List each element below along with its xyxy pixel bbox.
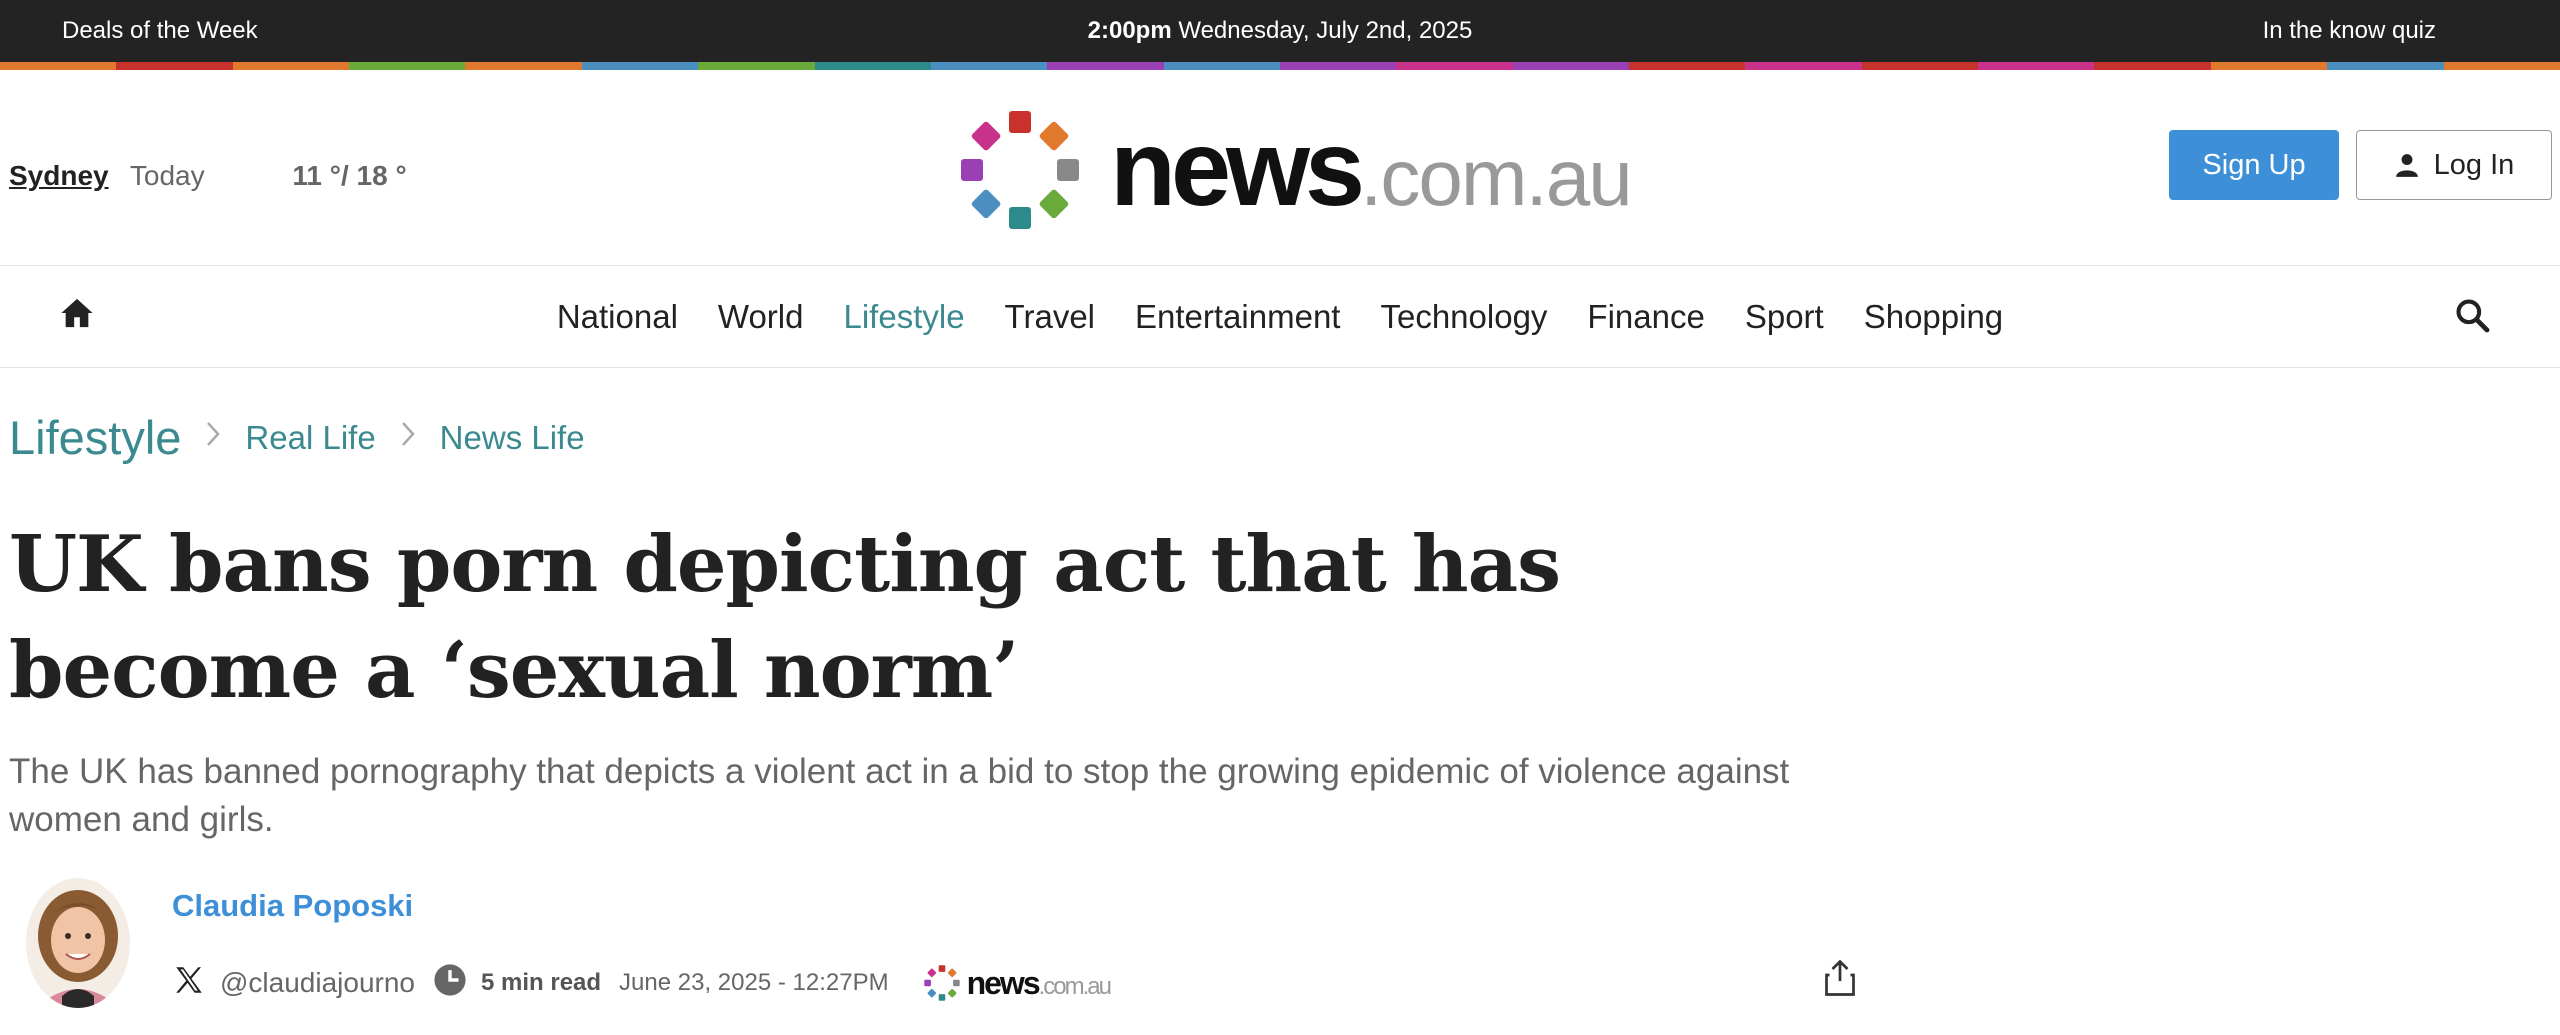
logo-dot [1039, 121, 1069, 151]
rainbow-segment [2443, 62, 2560, 70]
nav-item-technology[interactable]: Technology [1360, 298, 1567, 336]
logo-dot [971, 121, 1001, 151]
current-date: Wednesday, July 2nd, 2025 [1178, 17, 1473, 44]
current-time: 2:00pm [1087, 17, 1172, 44]
rainbow-strip [0, 62, 2560, 70]
weather-city-link[interactable]: Sydney [9, 160, 109, 191]
author-name-link[interactable]: Claudia Poposki [172, 888, 413, 924]
rainbow-segment [1629, 62, 1746, 70]
rainbow-segment [1163, 62, 1280, 70]
nav-item-shopping[interactable]: Shopping [1844, 298, 2023, 336]
current-datetime: 2:00pm Wednesday, July 2nd, 2025 [0, 17, 2560, 45]
rainbow-segment [465, 62, 582, 70]
chevron-right-icon [400, 418, 416, 457]
x-twitter-icon[interactable] [172, 963, 206, 1004]
logo-dot [927, 968, 936, 978]
logo-domain: .com.au [1360, 133, 1633, 222]
rainbow-segment [1047, 62, 1164, 70]
log-in-button[interactable]: Log In [2356, 130, 2552, 200]
in-the-know-quiz-link[interactable]: In the know quiz [2263, 17, 2436, 45]
nav-item-travel[interactable]: Travel [985, 298, 1115, 336]
rainbow-segment [1978, 62, 2095, 70]
logo-wordmark: news.com.au [1110, 114, 1633, 222]
weather-temps: 11 °/ 18 ° [292, 160, 407, 191]
rainbow-segment [930, 62, 1048, 70]
logo-dot [1009, 207, 1031, 229]
logo-dots-icon [961, 111, 1079, 229]
rainbow-segment [1396, 62, 1513, 70]
logo-dot [1057, 159, 1079, 181]
user-icon [2395, 154, 2418, 177]
rainbow-segment [1861, 62, 1979, 70]
logo-dot [961, 159, 983, 181]
rainbow-segment [2094, 62, 2211, 70]
logo-dot [927, 988, 936, 998]
rainbow-segment [232, 62, 350, 70]
share-icon[interactable] [1822, 958, 1858, 1003]
source-logo: news.com.au [921, 962, 1112, 1004]
source-wordmark: news.com.au [966, 964, 1112, 1001]
rainbow-segment [0, 62, 117, 70]
rainbow-segment [116, 62, 233, 70]
chevron-right-icon [205, 418, 221, 457]
breadcrumb: Lifestyle Real Life News Life [9, 410, 585, 465]
logo-dot [923, 979, 931, 987]
source-logo-dots-icon [923, 965, 960, 1001]
breadcrumb-lifestyle[interactable]: Lifestyle [9, 410, 181, 465]
author-avatar[interactable] [26, 878, 130, 1008]
read-time: 5 min read [481, 969, 602, 996]
logo-dot [947, 988, 957, 998]
article-meta: @claudiajourno 5 min read June 23, 2025 … [172, 962, 1112, 1004]
logo-dot [1009, 111, 1031, 133]
logo-dot [952, 979, 960, 987]
rainbow-segment [2210, 62, 2328, 70]
site-logo[interactable]: news.com.au [950, 100, 1633, 240]
top-bar: Deals of the Week 2:00pm Wednesday, July… [0, 0, 2560, 62]
rainbow-segment [581, 62, 699, 70]
published-date: June 23, 2025 - 12:27PM [619, 969, 889, 996]
nav-item-entertainment[interactable]: Entertainment [1115, 298, 1360, 336]
logo-dot [938, 965, 945, 972]
weather-widget: Sydney Today 11 °/ 18 ° [9, 160, 407, 192]
breadcrumb-real-life[interactable]: Real Life [245, 419, 375, 457]
breadcrumb-news-life[interactable]: News Life [440, 419, 585, 457]
weather-day: Today [129, 160, 205, 191]
rainbow-segment [814, 62, 931, 70]
rainbow-segment [1745, 62, 1862, 70]
clock-icon [433, 963, 467, 1004]
article-headline: UK bans porn depicting act that has beco… [9, 519, 1561, 716]
nav-item-national[interactable]: National [537, 298, 698, 336]
logo-dot [938, 994, 945, 1001]
rainbow-segment [1279, 62, 1397, 70]
main-nav: National World Lifestyle Travel Entertainmen… [0, 266, 2560, 368]
sign-up-button[interactable]: Sign Up [2169, 130, 2339, 200]
nav-item-lifestyle[interactable]: Lifestyle [823, 298, 984, 336]
search-icon[interactable] [2453, 296, 2491, 339]
rainbow-segment [2327, 62, 2444, 70]
rainbow-segment [1512, 62, 1630, 70]
nav-item-world[interactable]: World [698, 298, 824, 336]
logo-dot [971, 189, 1001, 219]
log-in-label: Log In [2433, 148, 2515, 181]
site-header: Sydney Today 11 °/ 18 ° news.com.au Sign… [0, 70, 2560, 266]
article-standfirst: The UK has banned pornography that depic… [9, 752, 1790, 839]
rainbow-segment [349, 62, 466, 70]
rainbow-segment [698, 62, 815, 70]
nav-item-sport[interactable]: Sport [1725, 298, 1844, 336]
nav-items: National World Lifestyle Travel Entertainmen… [0, 298, 2560, 336]
nav-item-finance[interactable]: Finance [1567, 298, 1724, 336]
logo-dot [947, 968, 957, 978]
author-handle-link[interactable]: @claudiajourno [220, 967, 415, 999]
logo-name: news [1110, 107, 1365, 228]
logo-dot [1039, 189, 1069, 219]
